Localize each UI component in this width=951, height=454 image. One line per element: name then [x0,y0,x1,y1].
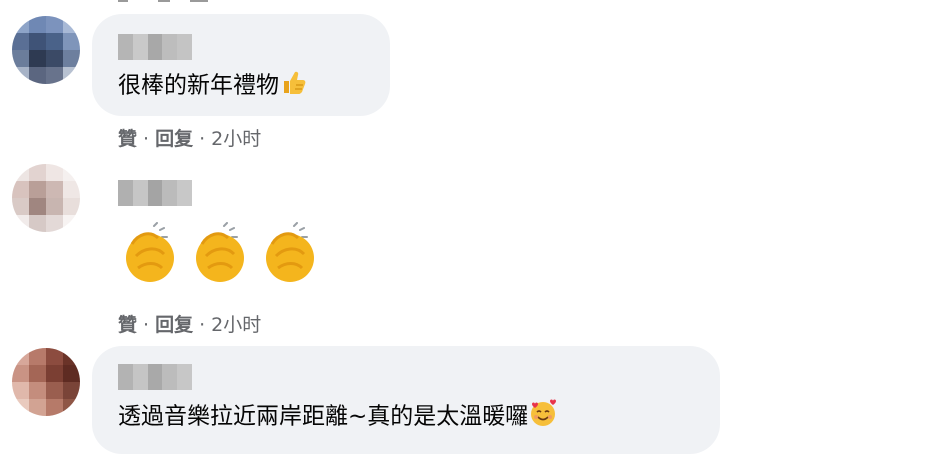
timestamp[interactable]: 2小时 [211,128,261,150]
commenter-name-blurred[interactable] [118,180,192,206]
comment-actions: 贊 · 回复 · 2小时 [118,124,261,151]
avatar[interactable] [12,348,80,416]
reply-button[interactable]: 回复 [155,314,193,336]
separator-dot: · [199,314,206,336]
commenter-name-blurred[interactable] [118,364,192,390]
separator-dot: · [143,314,150,336]
cut-off-text-fragment [118,0,208,2]
separator-dot: · [199,128,206,150]
thumbs-up-icon [279,68,307,104]
separator-dot: · [143,128,150,150]
clapping-hands-icon [258,222,324,290]
previous-comment-fragment [118,0,218,4]
comment-text: 透過音樂拉近兩岸距離~真的是太溫暖囉 [118,398,558,436]
commenter-name-blurred[interactable] [118,34,192,60]
avatar[interactable] [12,164,80,232]
clapping-hands-icon [118,222,184,290]
reply-button[interactable]: 回复 [155,128,193,150]
smiling-face-with-hearts-icon [528,398,558,436]
avatar[interactable] [12,16,80,84]
like-button[interactable]: 贊 [118,128,137,150]
like-button[interactable]: 贊 [118,314,137,336]
timestamp[interactable]: 2小时 [211,314,261,336]
comment-actions: 贊 · 回复 · 2小时 [118,310,261,337]
comment-text-content: 很棒的新年禮物 [118,72,279,99]
comment-text: 很棒的新年禮物 [118,68,307,104]
comment-text-content: 透過音樂拉近兩岸距離~真的是太溫暖囉 [118,403,529,430]
clapping-hands-icon [188,222,254,290]
